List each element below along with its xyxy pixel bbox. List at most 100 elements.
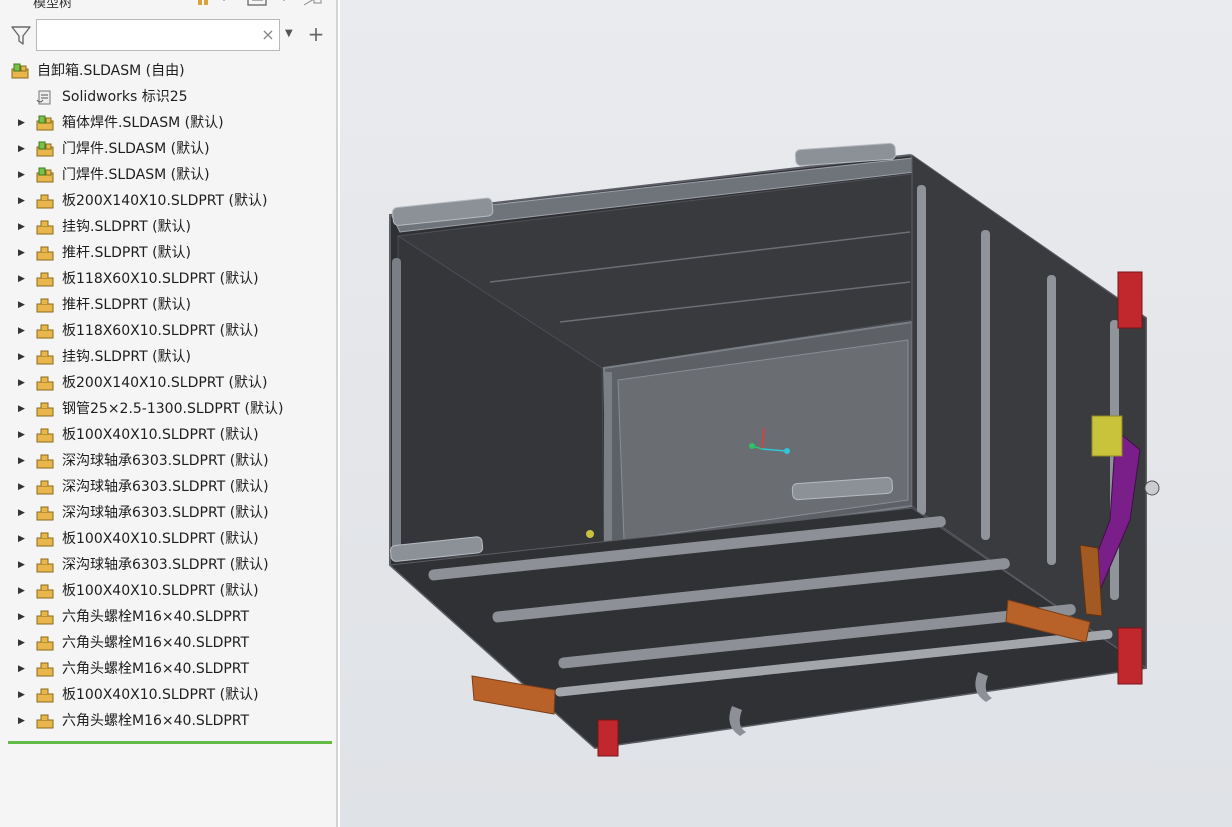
expand-arrow-icon[interactable]: ▶ bbox=[18, 266, 28, 292]
tree-item[interactable]: ▶ 六角头螺栓M16×40.SLDPRT bbox=[0, 604, 336, 630]
assembly-icon bbox=[35, 114, 55, 132]
tree-search-input[interactable] bbox=[36, 19, 280, 51]
tree-rollback-bar[interactable] bbox=[8, 741, 332, 744]
part-icon bbox=[35, 270, 55, 288]
tree-item-label: 门焊件.SLDASM (默认) bbox=[62, 141, 210, 157]
tree-item-label: 板200X140X10.SLDPRT (默认) bbox=[62, 193, 268, 209]
tree-item-label: 板118X60X10.SLDPRT (默认) bbox=[62, 271, 259, 287]
part-filter-icon[interactable] bbox=[196, 0, 230, 6]
assembly-icon bbox=[35, 140, 55, 158]
expand-arrow-icon[interactable]: ▶ bbox=[18, 656, 28, 682]
tree-item-label: 板100X40X10.SLDPRT (默认) bbox=[62, 531, 259, 547]
filter-icon[interactable] bbox=[10, 24, 32, 46]
panel-header: 模型树 bbox=[0, 0, 336, 12]
feature-manager-panel: 模型树 × ▼ + 自卸箱.SLDASM (自由) Solidworks 标识25… bbox=[0, 0, 338, 827]
assembly-icon bbox=[10, 62, 30, 80]
expand-arrow-icon[interactable]: ▶ bbox=[18, 344, 28, 370]
expand-arrow-icon[interactable]: ▶ bbox=[18, 396, 28, 422]
tree-item[interactable]: ▶ 推杆.SLDPRT (默认) bbox=[0, 292, 336, 318]
expand-arrow-icon[interactable]: ▶ bbox=[18, 240, 28, 266]
expand-arrow-icon[interactable]: ▶ bbox=[18, 188, 28, 214]
tree-item[interactable]: Solidworks 标识25 bbox=[0, 84, 336, 110]
expand-arrow-icon[interactable]: ▶ bbox=[18, 474, 28, 500]
tree-item[interactable]: ▶ 挂钩.SLDPRT (默认) bbox=[0, 214, 336, 240]
tree-item[interactable]: ▶ 深沟球轴承6303.SLDPRT (默认) bbox=[0, 474, 336, 500]
part-icon bbox=[35, 634, 55, 652]
tree-item-label: 自卸箱.SLDASM (自由) bbox=[37, 63, 185, 79]
part-icon bbox=[35, 244, 55, 262]
expand-arrow-icon[interactable]: ▶ bbox=[18, 292, 28, 318]
part-icon bbox=[35, 608, 55, 626]
part-icon bbox=[35, 374, 55, 392]
tree-item-label: Solidworks 标识25 bbox=[62, 89, 188, 105]
part-icon bbox=[35, 218, 55, 236]
tree-item[interactable]: ▶ 板100X40X10.SLDPRT (默认) bbox=[0, 682, 336, 708]
tree-item[interactable]: ▶ 六角头螺栓M16×40.SLDPRT bbox=[0, 708, 336, 734]
tree-item[interactable]: ▶ 板200X140X10.SLDPRT (默认) bbox=[0, 188, 336, 214]
tree-item-label: 深沟球轴承6303.SLDPRT (默认) bbox=[62, 479, 269, 495]
tree-item-label: 六角头螺栓M16×40.SLDPRT bbox=[62, 661, 250, 677]
graphics-viewport[interactable] bbox=[340, 0, 1232, 827]
expand-arrow-icon[interactable]: ▶ bbox=[18, 370, 28, 396]
expand-arrow-icon[interactable]: ▶ bbox=[18, 604, 28, 630]
tree-item[interactable]: ▶ 门焊件.SLDASM (默认) bbox=[0, 162, 336, 188]
tree-item-label: 板118X60X10.SLDPRT (默认) bbox=[62, 323, 259, 339]
tree-item-label: 挂钩.SLDPRT (默认) bbox=[62, 349, 191, 365]
expand-arrow-icon[interactable]: ▶ bbox=[18, 682, 28, 708]
expand-arrow-icon[interactable]: ▶ bbox=[18, 162, 28, 188]
tree-item[interactable]: ▶ 六角头螺栓M16×40.SLDPRT bbox=[0, 656, 336, 682]
part-icon bbox=[35, 478, 55, 496]
expand-arrow-icon[interactable]: ▶ bbox=[18, 578, 28, 604]
tree-item[interactable]: ▶ 板100X40X10.SLDPRT (默认) bbox=[0, 578, 336, 604]
tree-item[interactable]: 自卸箱.SLDASM (自由) bbox=[0, 58, 336, 84]
part-icon bbox=[35, 400, 55, 418]
expand-arrow-icon[interactable]: ▶ bbox=[18, 500, 28, 526]
tree-item[interactable]: ▶ 深沟球轴承6303.SLDPRT (默认) bbox=[0, 552, 336, 578]
expand-arrow-icon[interactable]: ▶ bbox=[18, 422, 28, 448]
tree-item-label: 六角头螺栓M16×40.SLDPRT bbox=[62, 635, 250, 651]
tree-item-label: 深沟球轴承6303.SLDPRT (默认) bbox=[62, 505, 269, 521]
tree-item[interactable]: ▶ 箱体焊件.SLDASM (默认) bbox=[0, 110, 336, 136]
expand-arrow-icon[interactable]: ▶ bbox=[18, 318, 28, 344]
tree-item-label: 板100X40X10.SLDPRT (默认) bbox=[62, 583, 259, 599]
tree-item[interactable]: ▶ 深沟球轴承6303.SLDPRT (默认) bbox=[0, 500, 336, 526]
tree-item[interactable]: ▶ 板118X60X10.SLDPRT (默认) bbox=[0, 266, 336, 292]
part-icon bbox=[35, 582, 55, 600]
tree-item[interactable]: ▶ 板100X40X10.SLDPRT (默认) bbox=[0, 422, 336, 448]
hide-show-icon[interactable] bbox=[300, 0, 330, 6]
assembly-model-view[interactable] bbox=[340, 0, 1232, 827]
tree-item-label: 推杆.SLDPRT (默认) bbox=[62, 245, 191, 261]
tree-item[interactable]: ▶ 板118X60X10.SLDPRT (默认) bbox=[0, 318, 336, 344]
part-icon bbox=[35, 296, 55, 314]
bolt-head bbox=[1144, 480, 1160, 496]
expand-arrow-icon[interactable]: ▶ bbox=[18, 110, 28, 136]
tree-item-label: 板200X140X10.SLDPRT (默认) bbox=[62, 375, 268, 391]
part-icon bbox=[35, 556, 55, 574]
expand-arrow-icon[interactable]: ▶ bbox=[18, 552, 28, 578]
tree-item-label: 推杆.SLDPRT (默认) bbox=[62, 297, 191, 313]
tree-item-label: 深沟球轴承6303.SLDPRT (默认) bbox=[62, 557, 269, 573]
tree-item-label: 六角头螺栓M16×40.SLDPRT bbox=[62, 713, 250, 729]
tree-item[interactable]: ▶ 深沟球轴承6303.SLDPRT (默认) bbox=[0, 448, 336, 474]
expand-arrow-icon[interactable]: ▶ bbox=[18, 214, 28, 240]
tree-item[interactable]: ▶ 板100X40X10.SLDPRT (默认) bbox=[0, 526, 336, 552]
expand-arrow-icon[interactable]: ▶ bbox=[18, 630, 28, 656]
add-filter-icon[interactable]: + bbox=[307, 22, 325, 46]
search-options-dropdown-icon[interactable]: ▼ bbox=[285, 26, 297, 42]
tree-item[interactable]: ▶ 门焊件.SLDASM (默认) bbox=[0, 136, 336, 162]
expand-arrow-icon[interactable]: ▶ bbox=[18, 448, 28, 474]
part-icon bbox=[35, 660, 55, 678]
tree-item[interactable]: ▶ 钢管25×2.5-1300.SLDPRT (默认) bbox=[0, 396, 336, 422]
expand-arrow-icon[interactable]: ▶ bbox=[18, 708, 28, 734]
tree-item-label: 板100X40X10.SLDPRT (默认) bbox=[62, 427, 259, 443]
expand-arrow-icon[interactable]: ▶ bbox=[18, 136, 28, 162]
history-icon bbox=[35, 88, 55, 106]
tree-item[interactable]: ▶ 六角头螺栓M16×40.SLDPRT bbox=[0, 630, 336, 656]
tree-item[interactable]: ▶ 挂钩.SLDPRT (默认) bbox=[0, 344, 336, 370]
clear-search-icon[interactable]: × bbox=[260, 24, 276, 46]
expand-arrow-icon[interactable]: ▶ bbox=[18, 526, 28, 552]
tree-item[interactable]: ▶ 板200X140X10.SLDPRT (默认) bbox=[0, 370, 336, 396]
tree-item[interactable]: ▶ 推杆.SLDPRT (默认) bbox=[0, 240, 336, 266]
list-view-icon[interactable] bbox=[246, 0, 290, 6]
assembly-icon bbox=[35, 166, 55, 184]
